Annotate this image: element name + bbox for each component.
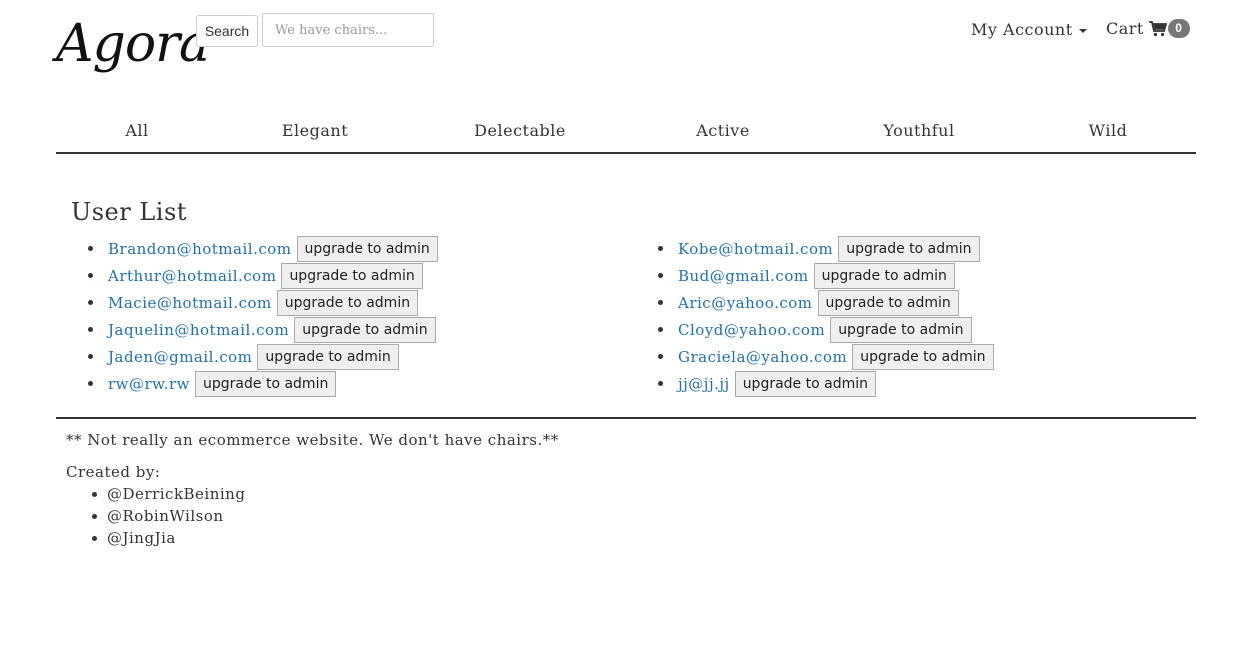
credit-item: @JingJia (66, 527, 245, 549)
user-email-link[interactable]: jj@jj.jj (678, 375, 730, 393)
upgrade-to-admin-button[interactable]: upgrade to admin (838, 235, 980, 262)
user-list-left: Brandon@hotmail.com upgrade to admin Art… (71, 235, 438, 397)
upgrade-to-admin-button[interactable]: upgrade to admin (734, 370, 876, 397)
list-item: Jaquelin@hotmail.com upgrade to admin (71, 316, 438, 343)
upgrade-to-admin-button[interactable]: upgrade to admin (296, 235, 438, 262)
list-item: jj@jj.jj upgrade to admin (641, 370, 994, 397)
category-delectable[interactable]: Delectable (474, 121, 566, 140)
list-item: Arthur@hotmail.com upgrade to admin (71, 262, 438, 289)
upgrade-to-admin-button[interactable]: upgrade to admin (852, 343, 994, 370)
logo[interactable]: Agora (56, 18, 210, 70)
credits-list: @DerrickBeining @RobinWilson @JingJia (66, 483, 245, 549)
upgrade-to-admin-button[interactable]: upgrade to admin (830, 316, 972, 343)
shopping-cart-icon (1148, 20, 1167, 36)
list-item: Kobe@hotmail.com upgrade to admin (641, 235, 994, 262)
user-list-right: Kobe@hotmail.com upgrade to admin Bud@gm… (641, 235, 994, 397)
cart-label: Cart (1106, 19, 1144, 38)
category-elegant[interactable]: Elegant (282, 121, 348, 140)
footer-divider (56, 417, 1196, 419)
list-item: Bud@gmail.com upgrade to admin (641, 262, 994, 289)
list-item: Brandon@hotmail.com upgrade to admin (71, 235, 438, 262)
my-account-dropdown[interactable]: My Account (971, 20, 1087, 39)
category-wild[interactable]: Wild (1089, 121, 1128, 140)
created-by-label: Created by: (66, 463, 161, 481)
user-email-link[interactable]: rw@rw.rw (108, 375, 190, 393)
list-item: Cloyd@yahoo.com upgrade to admin (641, 316, 994, 343)
upgrade-to-admin-button[interactable]: upgrade to admin (276, 289, 419, 316)
user-email-link[interactable]: Cloyd@yahoo.com (678, 321, 825, 339)
category-active[interactable]: Active (696, 121, 750, 140)
page: Agora Search My Account Cart 0 All Elega… (0, 0, 1255, 655)
user-email-link[interactable]: Arthur@hotmail.com (108, 267, 276, 285)
disclaimer-note: ** Not really an ecommerce website. We d… (66, 431, 559, 449)
cart-link[interactable]: Cart 0 (1106, 19, 1190, 38)
user-email-link[interactable]: Aric@yahoo.com (678, 294, 813, 312)
user-email-link[interactable]: Jaquelin@hotmail.com (108, 321, 289, 339)
upgrade-to-admin-button[interactable]: upgrade to admin (257, 343, 399, 370)
user-email-link[interactable]: Brandon@hotmail.com (108, 240, 292, 258)
user-email-link[interactable]: Jaden@gmail.com (108, 348, 252, 366)
user-email-link[interactable]: Kobe@hotmail.com (678, 240, 833, 258)
cart-count-badge: 0 (1167, 19, 1190, 38)
credit-item: @DerrickBeining (66, 483, 245, 505)
caret-down-icon (1078, 28, 1087, 33)
list-item: Graciela@yahoo.com upgrade to admin (641, 343, 994, 370)
list-item: rw@rw.rw upgrade to admin (71, 370, 438, 397)
upgrade-to-admin-button[interactable]: upgrade to admin (813, 262, 955, 289)
upgrade-to-admin-button[interactable]: upgrade to admin (294, 316, 436, 343)
list-item: Jaden@gmail.com upgrade to admin (71, 343, 438, 370)
list-item: Macie@hotmail.com upgrade to admin (71, 289, 438, 316)
upgrade-to-admin-button[interactable]: upgrade to admin (817, 289, 959, 316)
category-nav: All Elegant Delectable Active Youthful W… (56, 110, 1196, 154)
user-email-link[interactable]: Macie@hotmail.com (108, 294, 272, 312)
search-input[interactable] (262, 13, 434, 47)
user-list-title: User List (71, 198, 187, 226)
user-email-link[interactable]: Bud@gmail.com (678, 267, 809, 285)
credit-item: @RobinWilson (66, 505, 245, 527)
upgrade-to-admin-button[interactable]: upgrade to admin (195, 370, 337, 397)
search-button[interactable]: Search (196, 15, 258, 47)
my-account-label: My Account (971, 20, 1073, 39)
upgrade-to-admin-button[interactable]: upgrade to admin (281, 262, 423, 289)
category-youthful[interactable]: Youthful (883, 121, 954, 140)
user-email-link[interactable]: Graciela@yahoo.com (678, 348, 847, 366)
list-item: Aric@yahoo.com upgrade to admin (641, 289, 994, 316)
category-all[interactable]: All (125, 121, 148, 140)
